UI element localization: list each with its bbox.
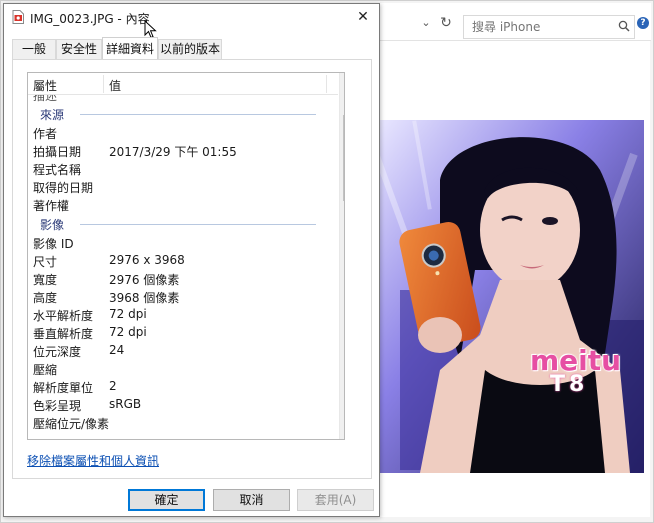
property-name: 取得的日期: [33, 181, 94, 195]
brand-logo-model: T8: [550, 372, 588, 397]
tab-previous-versions[interactable]: 以前的版本: [158, 39, 222, 59]
property-row[interactable]: 位元深度 24: [28, 341, 328, 359]
scroll-down-arrow-icon[interactable]: ▼: [340, 423, 344, 439]
property-row[interactable]: 拍攝日期 2017/3/29 下午 01:55: [28, 141, 328, 159]
property-value: 72 dpi: [109, 307, 147, 321]
property-list[interactable]: 屬性 值 描述 來源 作者 拍攝日期 2017/3/29 下午 01:55 程式名…: [27, 72, 345, 440]
tab-details[interactable]: 詳細資料: [102, 37, 158, 60]
window-title: IMG_0023.JPG - 內容: [30, 12, 150, 26]
property-row[interactable]: 作者: [28, 123, 328, 141]
property-value: 72 dpi: [109, 325, 147, 339]
property-row[interactable]: 色彩呈現 sRGB: [28, 395, 328, 413]
property-name: 高度: [33, 291, 58, 305]
property-name: 程式名稱: [33, 163, 82, 177]
property-row[interactable]: 解析度單位 2: [28, 377, 328, 395]
group-divider: [80, 224, 316, 225]
property-row[interactable]: 垂直解析度 72 dpi: [28, 323, 328, 341]
photo-preview: meitu T8: [380, 120, 644, 473]
property-value: 2976 x 3968: [109, 253, 185, 267]
tab-strip: 一般 安全性 詳細資料 以前的版本: [12, 37, 372, 60]
list-header: 屬性 值: [28, 73, 338, 95]
group-divider: [80, 114, 316, 115]
property-value: 2976 個像素: [109, 273, 180, 287]
title-bar[interactable]: IMG_0023.JPG - 內容 ✕: [4, 4, 379, 30]
property-value: 24: [109, 343, 125, 357]
property-name: 著作權: [33, 199, 70, 213]
help-icon[interactable]: ?: [637, 17, 649, 29]
refresh-icon[interactable]: ↻: [437, 14, 455, 32]
group-label-image: 影像: [40, 218, 65, 232]
property-name: 拍攝日期: [33, 145, 82, 159]
property-name: 壓縮位元/像素: [33, 417, 110, 431]
property-row[interactable]: 高度 3968 個像素: [28, 287, 328, 305]
cancel-button[interactable]: 取消: [213, 489, 290, 511]
properties-dialog: IMG_0023.JPG - 內容 ✕ 一般 安全性 詳細資料 以前的版本 屬性…: [3, 3, 380, 517]
tab-general[interactable]: 一般: [12, 39, 56, 59]
property-row[interactable]: 尺寸 2976 x 3968: [28, 251, 328, 269]
property-name: 壓縮: [33, 363, 58, 377]
property-value: 3968 個像素: [109, 291, 180, 305]
property-row[interactable]: 壓縮位元/像素: [28, 413, 328, 431]
chevron-down-icon[interactable]: ⌄: [419, 14, 433, 32]
search-input[interactable]: [464, 16, 614, 38]
partial-row-top: 描述: [33, 95, 58, 103]
property-name: 位元深度: [33, 345, 82, 359]
explorer-toolbar: ⌄ ↻ ?: [379, 3, 651, 41]
group-origin: 來源: [28, 103, 328, 123]
property-name: 尺寸: [33, 255, 58, 269]
details-panel: 屬性 值 描述 來源 作者 拍攝日期 2017/3/29 下午 01:55 程式名…: [12, 59, 372, 479]
property-name: 寬度: [33, 273, 58, 287]
property-value: 2017/3/29 下午 01:55: [109, 145, 237, 159]
ok-button[interactable]: 確定: [128, 489, 205, 511]
property-name: 垂直解析度: [33, 327, 94, 341]
property-name: 影像 ID: [33, 237, 74, 251]
property-rows: 描述 來源 作者 拍攝日期 2017/3/29 下午 01:55 程式名稱 取得的…: [28, 95, 328, 431]
search-box[interactable]: [463, 15, 635, 39]
group-image: 影像: [28, 213, 328, 233]
column-header-value[interactable]: 值: [109, 77, 121, 94]
photo-image: [380, 120, 644, 473]
column-header-property[interactable]: 屬性: [33, 77, 57, 94]
column-separator[interactable]: [326, 75, 327, 93]
search-icon[interactable]: [618, 20, 630, 32]
property-row[interactable]: 水平解析度 72 dpi: [28, 305, 328, 323]
property-row[interactable]: 寬度 2976 個像素: [28, 269, 328, 287]
remove-properties-link[interactable]: 移除檔案屬性和個人資訊: [27, 452, 159, 469]
brand-logo-line2: T8: [550, 372, 589, 397]
vertical-scrollbar[interactable]: ▲ ▼: [339, 73, 344, 439]
property-row[interactable]: 壓縮: [28, 359, 328, 377]
property-name: 水平解析度: [33, 309, 94, 323]
property-name: 解析度單位: [33, 381, 94, 395]
property-row[interactable]: 程式名稱: [28, 159, 328, 177]
tab-security[interactable]: 安全性: [56, 39, 102, 59]
scroll-up-arrow-icon[interactable]: ▲: [340, 73, 344, 89]
property-name: 作者: [33, 127, 58, 141]
property-row[interactable]: 影像 ID: [28, 233, 328, 251]
apply-button[interactable]: 套用(A): [297, 489, 374, 511]
jpg-file-icon: [12, 10, 24, 24]
property-value: sRGB: [109, 397, 142, 411]
property-value: 2: [109, 379, 117, 393]
property-row[interactable]: 取得的日期: [28, 177, 328, 195]
property-row[interactable]: 著作權: [28, 195, 328, 213]
scroll-thumb[interactable]: [343, 115, 344, 201]
column-separator[interactable]: [103, 75, 104, 93]
close-button[interactable]: ✕: [350, 6, 376, 28]
group-label-origin: 來源: [40, 108, 65, 122]
property-name: 色彩呈現: [33, 399, 82, 413]
